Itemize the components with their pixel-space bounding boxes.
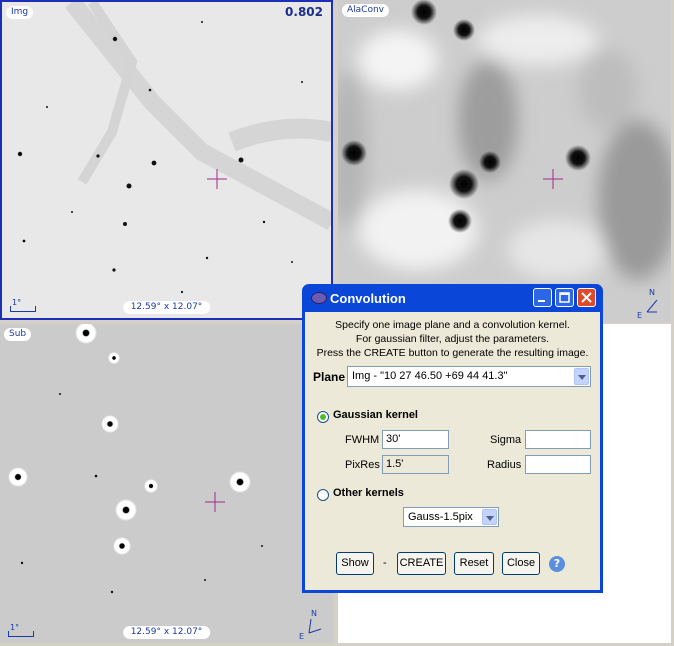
kernel-select[interactable]: Gauss-1.5pix bbox=[403, 507, 499, 527]
gaussian-kernel-label: Gaussian kernel bbox=[333, 409, 418, 421]
create-button[interactable]: CREATE bbox=[397, 552, 446, 575]
help-icon[interactable]: ? bbox=[549, 556, 565, 572]
radius-label: Radius bbox=[487, 459, 522, 471]
aladin-app-icon bbox=[311, 292, 327, 304]
sigma-label: Sigma bbox=[490, 434, 522, 446]
maximize-icon bbox=[559, 292, 570, 303]
plane-select[interactable]: Img - "10 27 46.50 +69 44 41.3" bbox=[347, 366, 591, 387]
view-label: Sub bbox=[4, 328, 32, 341]
instruction-line: Specify one image plane and a convolutio… bbox=[335, 319, 570, 331]
sky-image bbox=[2, 2, 331, 318]
image-view-alaconv[interactable]: AlaConv N E bbox=[338, 0, 671, 322]
compass-north: N bbox=[649, 288, 655, 297]
pixres-field: 1.5' bbox=[382, 455, 449, 474]
sky-image-subtracted bbox=[0, 324, 333, 643]
instructions: Specify one image plane and a convolutio… bbox=[305, 318, 600, 360]
convolution-dialog: Convolution Specify one image plane and … bbox=[302, 284, 603, 593]
chevron-down-icon[interactable] bbox=[482, 509, 497, 525]
dialog-body: Specify one image plane and a convolutio… bbox=[305, 312, 600, 590]
reset-button[interactable]: Reset bbox=[454, 552, 494, 575]
sigma-input[interactable] bbox=[525, 430, 591, 449]
separator-dash: - bbox=[383, 557, 387, 569]
compass-north: N bbox=[311, 609, 317, 618]
other-kernels-label: Other kernels bbox=[333, 487, 404, 499]
close-icon bbox=[581, 292, 592, 303]
compass-east: E bbox=[299, 632, 305, 641]
close-button[interactable]: Close bbox=[502, 552, 540, 575]
fwhm-label: FWHM bbox=[345, 434, 380, 446]
fwhm-input[interactable]: 30' bbox=[382, 430, 449, 449]
dialog-titlebar[interactable]: Convolution bbox=[305, 284, 600, 312]
compass-east: E bbox=[637, 311, 643, 320]
minimize-icon bbox=[538, 300, 545, 302]
zoom-value: 0.802 bbox=[285, 5, 323, 19]
image-view-sub[interactable]: Sub 1° 12.59° x 12.07° N E bbox=[0, 324, 333, 643]
plane-label: Plane bbox=[313, 370, 346, 384]
scale-bar: 1° bbox=[8, 623, 34, 637]
dialog-title: Convolution bbox=[330, 291, 406, 306]
plane-select-value: Img - "10 27 46.50 +69 44 41.3" bbox=[352, 370, 508, 382]
field-size-label: 12.59° x 12.07° bbox=[122, 301, 211, 314]
field-size-label: 12.59° x 12.07° bbox=[122, 626, 211, 639]
image-view-img[interactable]: Img 0.802 1° 12.59° x 12.07° bbox=[0, 0, 333, 320]
kernel-select-value: Gauss-1.5pix bbox=[408, 511, 473, 523]
compass: N E bbox=[299, 609, 327, 641]
radius-input[interactable] bbox=[525, 455, 591, 474]
instruction-line: Press the CREATE button to generate the … bbox=[316, 347, 589, 359]
close-window-button[interactable] bbox=[577, 288, 596, 307]
compass: N E bbox=[637, 288, 665, 320]
instruction-line: For gaussian filter, adjust the paramete… bbox=[355, 333, 550, 345]
scale-bar: 1° bbox=[10, 298, 36, 312]
minimize-button[interactable] bbox=[533, 288, 552, 307]
view-label: Img bbox=[6, 6, 34, 19]
gaussian-kernel-radio[interactable] bbox=[317, 411, 329, 423]
other-kernels-radio[interactable] bbox=[317, 489, 329, 501]
pixres-label: PixRes bbox=[345, 459, 380, 471]
view-label: AlaConv bbox=[342, 4, 389, 17]
show-button[interactable]: Show bbox=[336, 552, 374, 575]
sky-image-convolved bbox=[338, 0, 671, 322]
maximize-button[interactable] bbox=[555, 288, 574, 307]
chevron-down-icon[interactable] bbox=[574, 368, 589, 385]
